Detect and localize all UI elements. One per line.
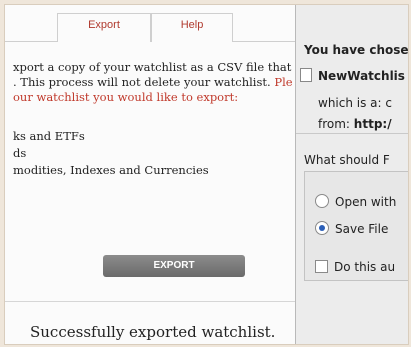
checkbox-do-this-automatically[interactable]	[315, 260, 328, 273]
file-source-url: http:/	[353, 117, 392, 131]
tab-help[interactable]: Help	[151, 13, 233, 42]
file-type: which is a: c	[318, 96, 392, 110]
dialog-question: What should F	[304, 153, 390, 167]
export-description: xport a copy of your watchlist as a CSV …	[13, 60, 303, 105]
description-line-1: xport a copy of your watchlist as a CSV …	[13, 60, 302, 74]
download-dialog: You have chose NewWatchlis which is a: c…	[295, 5, 409, 344]
file-icon	[300, 68, 312, 82]
screenshot-frame: Export Help xport a copy of your watchli…	[4, 4, 409, 345]
do-this-automatically-option[interactable]: Do this au	[315, 260, 395, 274]
file-source: from: http:/	[318, 117, 392, 131]
description-line-2: . This process will not delete your watc…	[13, 75, 303, 90]
dialog-separator	[296, 133, 408, 134]
export-button[interactable]: EXPORT	[103, 255, 245, 277]
description-line-2-red: Ple	[274, 75, 293, 89]
do-this-label: Do this au	[334, 260, 396, 274]
radio-save-file[interactable]	[315, 221, 329, 235]
radio-open-with[interactable]	[315, 194, 329, 208]
save-file-option[interactable]: Save File	[315, 221, 388, 236]
file-row: NewWatchlis	[300, 68, 405, 83]
open-with-option[interactable]: Open with	[315, 194, 396, 209]
description-line-3: our watchlist you would like to export:	[13, 90, 239, 104]
watchlist-page: Export Help xport a copy of your watchli…	[5, 5, 301, 344]
action-group: Open with Save File Do this au	[304, 171, 408, 281]
description-line-2-text: . This process will not delete your watc…	[13, 75, 275, 89]
option-stocks-etfs[interactable]: ks and ETFs	[13, 128, 209, 145]
divider	[5, 301, 295, 302]
success-message: Successfully exported watchlist.	[30, 323, 276, 341]
tab-bar: Export Help	[5, 5, 295, 42]
export-options: ks and ETFs ds modities, Indexes and Cur…	[13, 128, 209, 179]
option-funds[interactable]: ds	[13, 145, 209, 162]
file-name: NewWatchlis	[318, 69, 405, 83]
dialog-title: You have chose	[304, 43, 409, 57]
tab-export[interactable]: Export	[57, 13, 151, 42]
option-commodities[interactable]: modities, Indexes and Currencies	[13, 162, 209, 179]
file-source-label: from:	[318, 117, 350, 131]
save-file-label: Save File	[335, 222, 389, 236]
open-with-label: Open with	[335, 195, 397, 209]
